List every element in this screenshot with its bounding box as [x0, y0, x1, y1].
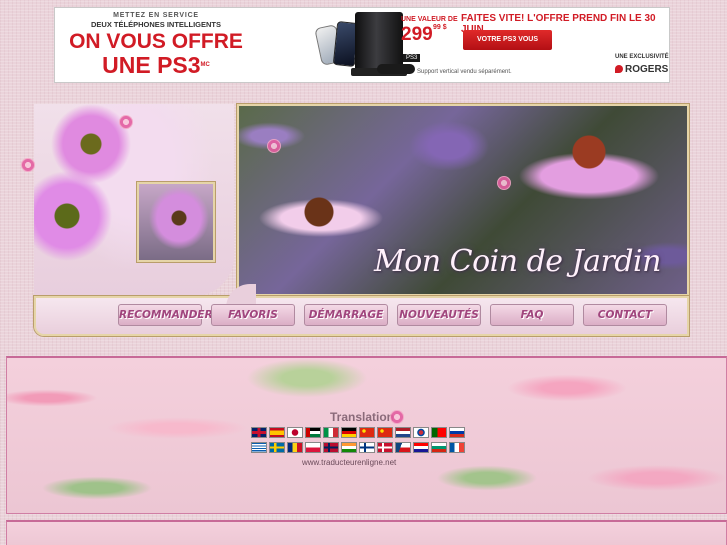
- netherlands-flag-icon[interactable]: [395, 427, 411, 438]
- greece-flag-icon[interactable]: [251, 442, 267, 453]
- ad-price-cents: 99 $: [433, 24, 447, 31]
- norway-flag-icon[interactable]: [323, 442, 339, 453]
- petal-decoration-icon: [119, 115, 133, 129]
- ad-headline-line1: ON VOUS OFFRE: [69, 30, 243, 53]
- rogers-logo-icon: [615, 65, 623, 73]
- nav-contact[interactable]: CONTACT: [583, 304, 667, 326]
- ad-headline-prefix: UNE: [102, 52, 151, 78]
- ad-headline-product: PS3: [157, 52, 201, 78]
- france-flag-icon[interactable]: [449, 442, 465, 453]
- nav-favoris[interactable]: FAVORIS: [211, 304, 295, 326]
- china-traditional-flag-icon[interactable]: [377, 427, 393, 438]
- denmark-flag-icon[interactable]: [377, 442, 393, 453]
- ad-headline-block: METTEZ EN SERVICE DEUX TÉLÉPHONES INTELL…: [61, 12, 251, 77]
- ad-price-label: UNE VALEUR DE: [401, 16, 458, 23]
- translation-title: Translation: [330, 410, 395, 424]
- ps3-logo: PS3: [403, 54, 421, 62]
- ad-price: 299: [401, 24, 433, 45]
- nav-faq[interactable]: FAQ: [490, 304, 574, 326]
- controller-image: [377, 64, 415, 74]
- nav-nouveautes[interactable]: NOUVEAUTÉS: [397, 304, 481, 326]
- italy-flag-icon[interactable]: [323, 427, 339, 438]
- nav-recommander[interactable]: RECOMMANDER: [118, 304, 213, 326]
- rogers-logo-text: ROGERS: [625, 64, 669, 75]
- ad-headline-line2: UNE PS3MC: [61, 53, 251, 77]
- petal-decoration-icon: [267, 139, 281, 153]
- korea-flag-icon[interactable]: [413, 427, 429, 438]
- ad-exclusive-label: UNE EXCLUSIVITÉ: [615, 54, 669, 60]
- petal-decoration-icon: [497, 176, 511, 190]
- header-thumbnail-image: [137, 182, 215, 262]
- bulgaria-flag-icon[interactable]: [431, 442, 447, 453]
- romania-flag-icon[interactable]: [287, 442, 303, 453]
- czech-flag-icon[interactable]: [395, 442, 411, 453]
- portugal-flag-icon[interactable]: [431, 427, 447, 438]
- site-header: Mon Coin de Jardin RECOMMANDER FAVORIS D…: [34, 104, 689, 336]
- translation-credit-link[interactable]: www.traducteurenligne.net: [302, 458, 396, 467]
- poland-flag-icon[interactable]: [305, 442, 321, 453]
- petal-decoration-icon: [390, 410, 404, 424]
- petal-decoration-icon: [21, 158, 35, 172]
- ps3-console-image: [355, 12, 403, 72]
- uk-flag-icon[interactable]: [251, 427, 267, 438]
- finland-flag-icon[interactable]: [359, 442, 375, 453]
- translation-flags-row-2: [251, 442, 465, 453]
- croatia-flag-icon[interactable]: [413, 442, 429, 453]
- ad-headline-trademark: MC: [200, 62, 210, 68]
- india-flag-icon[interactable]: [341, 442, 357, 453]
- nav-demarrage[interactable]: DÉMARRAGE: [304, 304, 388, 326]
- ad-banner[interactable]: METTEZ EN SERVICE DEUX TÉLÉPHONES INTELL…: [54, 7, 670, 83]
- japan-flag-icon[interactable]: [287, 427, 303, 438]
- site-title: Mon Coin de Jardin: [374, 244, 661, 279]
- content-panel-bottom: [6, 520, 727, 545]
- ad-kicker-line2: DEUX TÉLÉPHONES INTELLIGENTS: [90, 20, 221, 29]
- ad-kicker-line1: METTEZ EN SERVICE: [113, 12, 199, 19]
- russia-flag-icon[interactable]: [449, 427, 465, 438]
- sweden-flag-icon[interactable]: [269, 442, 285, 453]
- china-flag-icon[interactable]: [359, 427, 375, 438]
- ad-cta-button[interactable]: VOTRE PS3 VOUS ATTEND: [463, 30, 552, 63]
- arabic-flag-icon[interactable]: [305, 427, 321, 438]
- spain-flag-icon[interactable]: [269, 427, 285, 438]
- translation-flags-row-1: [251, 427, 465, 438]
- germany-flag-icon[interactable]: [341, 427, 357, 438]
- rogers-logo: ROGERS: [615, 64, 668, 75]
